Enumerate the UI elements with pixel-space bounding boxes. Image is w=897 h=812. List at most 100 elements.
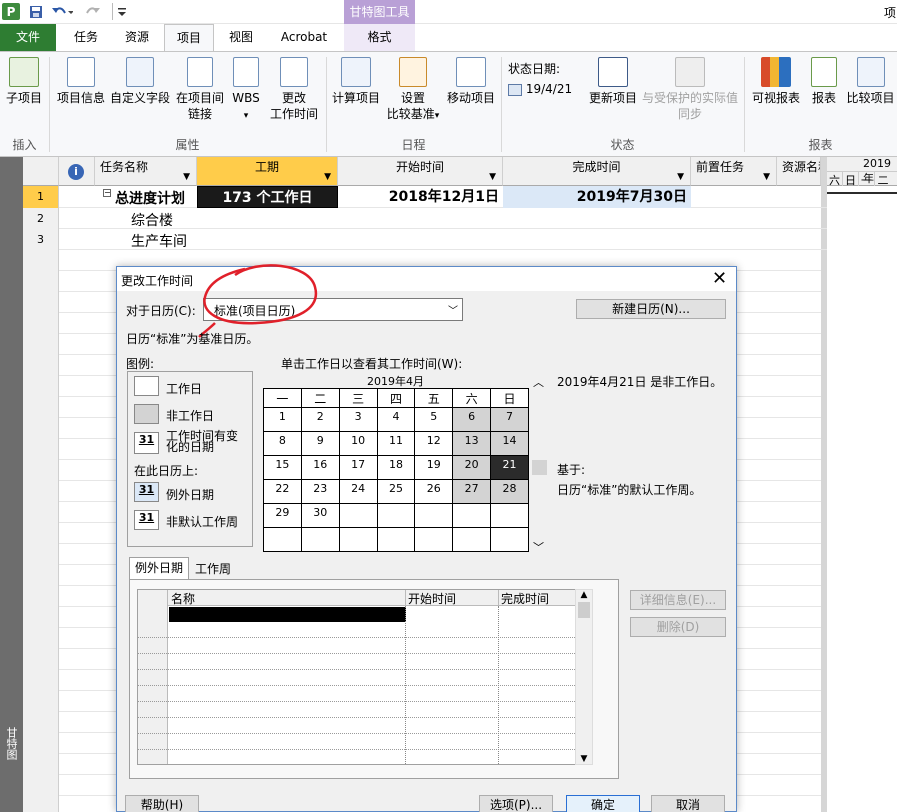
sync-protected-actuals-button[interactable]: 与受保护的实际值 同步: [640, 57, 740, 122]
calendar-day[interactable]: 26: [414, 479, 454, 504]
filter-dropdown-icon[interactable]: ▼: [183, 167, 190, 187]
calendar-day[interactable]: [452, 527, 492, 552]
predecessors-header[interactable]: 前置任务 ▼: [691, 157, 777, 186]
start-cell[interactable]: 2018年12月1日: [338, 186, 503, 208]
custom-fields-button[interactable]: 自定义字段: [108, 57, 172, 106]
options-button[interactable]: 选项(P)...: [479, 795, 553, 812]
tab-project[interactable]: 项目: [164, 24, 214, 52]
exceptions-table[interactable]: 名称 开始时间 完成时间: [137, 589, 592, 765]
task-name[interactable]: 总进度计划: [115, 188, 185, 208]
move-project-button[interactable]: 移动项目: [444, 57, 498, 106]
calendar-day[interactable]: [338, 503, 378, 528]
calendar-day[interactable]: [490, 527, 529, 552]
exception-row[interactable]: [138, 686, 591, 702]
scroll-down-icon[interactable]: ▼: [576, 754, 592, 764]
resources-header[interactable]: 资源名称: [777, 157, 821, 186]
exception-row[interactable]: [138, 654, 591, 670]
calendar-day[interactable]: 10: [338, 431, 378, 456]
calendar-day[interactable]: [376, 503, 416, 528]
update-project-button[interactable]: 更新项目: [586, 57, 640, 106]
exception-row[interactable]: [138, 622, 591, 638]
details-button[interactable]: 详细信息(E)...: [630, 590, 726, 610]
ok-button[interactable]: 确定: [566, 795, 640, 812]
table-row[interactable]: 1 − 总进度计划 173 个工作日 2018年12月1日 2019年7月30日: [23, 186, 827, 208]
wbs-button[interactable]: WBS ▾: [228, 57, 264, 124]
calendar-day[interactable]: 3: [338, 407, 378, 432]
calendar-day[interactable]: 12: [414, 431, 454, 456]
calendar-day[interactable]: 29: [263, 503, 302, 528]
duration-cell[interactable]: 173 个工作日: [197, 186, 338, 208]
calendar-day[interactable]: 8: [263, 431, 302, 456]
reports-button[interactable]: 报表: [806, 57, 842, 106]
compare-projects-button[interactable]: 比较项目: [844, 57, 897, 106]
calendar-day[interactable]: [263, 527, 302, 552]
calendar-day[interactable]: 6: [452, 407, 492, 432]
exception-row[interactable]: [138, 750, 591, 764]
calendar-day[interactable]: 21: [490, 455, 529, 480]
calendar-day[interactable]: 2: [300, 407, 340, 432]
project-info-button[interactable]: 项目信息: [55, 57, 107, 106]
select-all-corner[interactable]: [23, 157, 59, 186]
filter-dropdown-icon[interactable]: ▼: [677, 167, 684, 187]
calendar-day[interactable]: 13: [452, 431, 492, 456]
calendar-day[interactable]: 27: [452, 479, 492, 504]
set-baseline-button[interactable]: 设置 比较基准▾: [384, 57, 442, 124]
calendar-day[interactable]: 22: [263, 479, 302, 504]
new-calendar-button[interactable]: 新建日历(N)...: [576, 299, 726, 319]
finish-cell[interactable]: 2019年7月30日: [503, 186, 691, 208]
tab-task[interactable]: 任务: [60, 24, 112, 51]
calendar-day[interactable]: 25: [376, 479, 416, 504]
calendar-day[interactable]: 16: [300, 455, 340, 480]
duration-header[interactable]: 工期 ▼: [197, 157, 338, 186]
collapse-icon[interactable]: −: [103, 189, 111, 197]
calendar-day[interactable]: 28: [490, 479, 529, 504]
task-name[interactable]: 生产车间: [131, 231, 187, 251]
calendar-day[interactable]: [452, 503, 492, 528]
table-row[interactable]: 3 生产车间: [23, 229, 827, 250]
help-button[interactable]: 帮助(H): [125, 795, 199, 812]
save-icon[interactable]: [28, 3, 44, 20]
delete-button[interactable]: 删除(D): [630, 617, 726, 637]
exception-row[interactable]: [138, 702, 591, 718]
redo-icon[interactable]: [82, 3, 106, 20]
calculate-project-button[interactable]: 计算项目: [330, 57, 382, 106]
calendar-day[interactable]: [414, 503, 454, 528]
table-row[interactable]: 2 综合楼: [23, 208, 827, 229]
tab-exceptions[interactable]: 例外日期: [129, 557, 189, 579]
tab-view[interactable]: 视图: [216, 24, 266, 51]
close-icon[interactable]: ✕: [712, 268, 727, 289]
calendar-day[interactable]: 1: [263, 407, 302, 432]
calendar-day[interactable]: 24: [338, 479, 378, 504]
customize-qat-icon[interactable]: [117, 3, 127, 20]
start-header[interactable]: 开始时间 ▼: [338, 157, 503, 186]
calendar-day[interactable]: 14: [490, 431, 529, 456]
exception-row[interactable]: [138, 638, 591, 654]
calendar-day[interactable]: [300, 527, 340, 552]
links-between-projects-button[interactable]: 在项目间 链接: [172, 57, 228, 122]
cancel-button[interactable]: 取消: [651, 795, 725, 812]
calendar-day[interactable]: 5: [414, 407, 454, 432]
calendar-day[interactable]: 17: [338, 455, 378, 480]
gantt-view-label[interactable]: 甘特图: [3, 727, 19, 760]
calendar-day[interactable]: 4: [376, 407, 416, 432]
selected-name-cell[interactable]: [169, 607, 406, 622]
scroll-thumb[interactable]: [578, 602, 590, 618]
calendar-day[interactable]: [490, 503, 529, 528]
calendar-day[interactable]: 23: [300, 479, 340, 504]
calendar-day[interactable]: [414, 527, 454, 552]
project-app-icon[interactable]: P: [2, 3, 20, 20]
finish-header[interactable]: 完成时间 ▼: [503, 157, 691, 186]
calendar-day[interactable]: 30: [300, 503, 340, 528]
calendar-day[interactable]: 9: [300, 431, 340, 456]
filter-dropdown-icon[interactable]: ▼: [489, 167, 496, 187]
undo-icon[interactable]: [50, 3, 74, 20]
calendar-day[interactable]: 11: [376, 431, 416, 456]
exceptions-scrollbar[interactable]: ▲ ▼: [575, 589, 593, 765]
visual-reports-button[interactable]: 可视报表: [748, 57, 804, 106]
status-date-control[interactable]: 19/4/21: [508, 82, 578, 100]
exception-row[interactable]: [138, 718, 591, 734]
task-name[interactable]: 综合楼: [131, 210, 173, 230]
chevron-up-icon[interactable]: ︿: [533, 374, 544, 390]
filter-dropdown-icon[interactable]: ▼: [763, 167, 770, 187]
subproject-button[interactable]: 子项目: [2, 57, 46, 106]
